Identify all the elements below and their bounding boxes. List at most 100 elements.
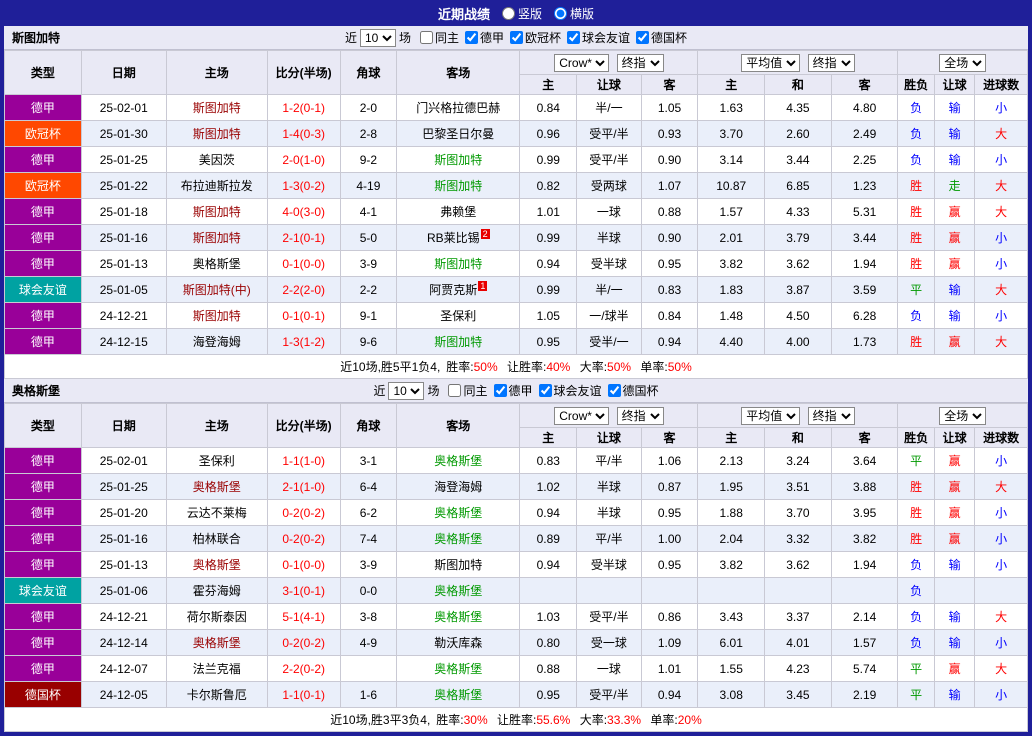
filter-checkbox[interactable] — [567, 31, 581, 44]
league-badge: 德甲 — [4, 499, 82, 526]
summary-stat-value: 20% — [677, 713, 702, 727]
scope-select[interactable]: 全场 — [939, 406, 987, 425]
goals-result-cell: 小 — [974, 629, 1028, 656]
handicap-odds: 0.99 — [519, 146, 578, 173]
away-team-link[interactable]: 门兴格拉德巴赫 — [416, 101, 500, 115]
away-team-link[interactable]: 斯图加特 — [434, 257, 482, 271]
filter-checkbox[interactable] — [464, 31, 478, 44]
horizontal-layout-radio[interactable] — [554, 6, 567, 20]
filter-checkbox[interactable] — [510, 31, 523, 44]
filter-checkbox-label[interactable]: 同主 — [448, 384, 488, 398]
home-team-link[interactable]: 美因茨 — [199, 153, 235, 167]
avg-odds-select[interactable]: 平均值 — [741, 53, 801, 72]
home-team-link[interactable]: 奥格斯堡 — [193, 480, 241, 494]
match-row: 德甲 25-01-25 奥格斯堡 2-1(1-0) 6-4 海登海姆 1.02 半球 0.87 1… — [4, 473, 1028, 500]
filter-checkbox-label[interactable]: 德甲 — [493, 384, 533, 398]
away-team-link[interactable]: 弗赖堡 — [440, 205, 476, 219]
away-team-link[interactable]: 斯图加特 — [434, 179, 482, 193]
home-team-link[interactable]: 荷尔斯泰因 — [187, 610, 247, 624]
match-count-select[interactable]: 10 — [359, 28, 396, 47]
filter-checkbox[interactable] — [607, 384, 621, 397]
goals-result-cell: 小 — [974, 302, 1028, 329]
home-team-cell: 斯图加特(中) — [165, 276, 268, 303]
home-team-link[interactable]: 斯图加特 — [193, 231, 241, 245]
away-team-link[interactable]: 斯图加特 — [434, 558, 482, 572]
match-date: 24-12-21 — [80, 302, 167, 329]
away-team-cell: 斯图加特 — [396, 551, 521, 578]
layout-option-horizontal[interactable]: 横版 — [554, 5, 594, 22]
match-date: 25-01-05 — [80, 276, 167, 303]
home-team-link[interactable]: 海登海姆 — [193, 335, 241, 349]
handicap-odds: 半球 — [576, 224, 642, 251]
league-checkboxes: 同主 德甲 欧冠杯 球会友谊 德国杯 — [414, 29, 687, 46]
away-team-link[interactable]: 斯图加特 — [434, 153, 482, 167]
home-team-link[interactable]: 斯图加特 — [193, 101, 241, 115]
filter-checkbox-label[interactable]: 球会友谊 — [567, 31, 630, 45]
euro-odds: 4.50 — [764, 302, 832, 329]
corner-score: 6-4 — [339, 473, 398, 500]
home-team-link[interactable]: 斯图加特(中) — [183, 283, 251, 297]
home-team-link[interactable]: 霍芬海姆 — [193, 584, 241, 598]
away-team-link[interactable]: 斯图加特 — [434, 335, 482, 349]
col-ah-away: 客 — [640, 427, 699, 448]
home-team-link[interactable]: 法兰克福 — [193, 662, 241, 676]
away-team-link[interactable]: 奥格斯堡 — [434, 688, 482, 702]
filter-checkbox-label[interactable]: 德国杯 — [607, 384, 659, 398]
result-cell: 胜 — [897, 250, 935, 277]
away-team-link[interactable]: 奥格斯堡 — [434, 532, 482, 546]
match-count-select[interactable]: 10 — [388, 381, 425, 400]
bookmaker-select[interactable]: Crow* — [554, 406, 610, 425]
away-team-link[interactable]: 勒沃库森 — [434, 636, 482, 650]
bookmaker-stage-select[interactable]: 终指 — [616, 406, 664, 425]
filter-checkbox-label[interactable]: 欧冠杯 — [510, 31, 561, 45]
handicap-odds: 0.99 — [519, 276, 578, 303]
filter-checkbox[interactable] — [538, 384, 552, 397]
bookmaker-select[interactable]: Crow* — [554, 53, 610, 72]
away-team-link[interactable]: 巴黎圣日尔曼 — [422, 127, 494, 141]
home-team-link[interactable]: 柏林联合 — [193, 532, 241, 546]
home-team-link[interactable]: 奥格斯堡 — [193, 636, 241, 650]
away-team-link[interactable]: 奥格斯堡 — [434, 584, 482, 598]
filter-checkbox-label[interactable]: 同主 — [419, 31, 459, 45]
away-team-cell: 奥格斯堡 — [396, 681, 521, 708]
league-checkboxes: 同主 德甲 球会友谊 德国杯 — [442, 382, 659, 399]
away-team-link[interactable]: RB莱比锡 — [427, 231, 480, 245]
euro-odds: 1.57 — [830, 629, 899, 656]
match-row: 德甲 24-12-14 奥格斯堡 0-2(0-2) 4-9 勒沃库森 0.80 受一球 1.09… — [4, 629, 1028, 656]
filter-checkbox[interactable] — [448, 384, 462, 397]
away-team-link[interactable]: 奥格斯堡 — [434, 610, 482, 624]
home-team-link[interactable]: 卡尔斯鲁厄 — [187, 688, 247, 702]
filter-checkbox-label[interactable]: 球会友谊 — [538, 384, 602, 398]
home-team-link[interactable]: 布拉迪斯拉发 — [181, 179, 253, 193]
avg-stage-select[interactable]: 终指 — [807, 53, 855, 72]
away-team-link[interactable]: 奥格斯堡 — [434, 454, 482, 468]
handicap-result-cell: 输 — [933, 276, 976, 303]
match-score: 0-2(0-2) — [266, 499, 341, 526]
vertical-layout-radio[interactable] — [501, 6, 515, 20]
avg-odds-select[interactable]: 平均值 — [741, 406, 801, 425]
handicap-odds: 0.90 — [640, 146, 699, 173]
filter-checkbox-label[interactable]: 德国杯 — [636, 31, 687, 45]
away-team-link[interactable]: 阿贾克斯 — [429, 283, 477, 297]
away-team-link[interactable]: 奥格斯堡 — [434, 662, 482, 676]
scope-select[interactable]: 全场 — [939, 53, 987, 72]
home-team-link[interactable]: 奥格斯堡 — [193, 257, 241, 271]
away-team-link[interactable]: 奥格斯堡 — [434, 506, 482, 520]
home-team-link[interactable]: 斯图加特 — [193, 127, 241, 141]
filter-checkbox[interactable] — [419, 31, 433, 44]
filter-checkbox[interactable] — [493, 384, 507, 397]
home-team-link[interactable]: 斯图加特 — [193, 205, 241, 219]
avg-stage-select[interactable]: 终指 — [807, 406, 855, 425]
home-team-cell: 荷尔斯泰因 — [165, 603, 268, 630]
home-team-link[interactable]: 斯图加特 — [193, 309, 241, 323]
layout-option-vertical[interactable]: 竖版 — [501, 5, 542, 22]
filter-checkbox[interactable] — [636, 31, 650, 44]
home-team-cell: 柏林联合 — [165, 525, 268, 552]
bookmaker-stage-select[interactable]: 终指 — [616, 53, 664, 72]
away-team-link[interactable]: 圣保利 — [440, 309, 476, 323]
home-team-link[interactable]: 奥格斯堡 — [193, 558, 241, 572]
home-team-link[interactable]: 云达不莱梅 — [187, 506, 247, 520]
away-team-link[interactable]: 海登海姆 — [434, 480, 482, 494]
home-team-link[interactable]: 圣保利 — [199, 454, 235, 468]
filter-checkbox-label[interactable]: 德甲 — [464, 31, 504, 45]
